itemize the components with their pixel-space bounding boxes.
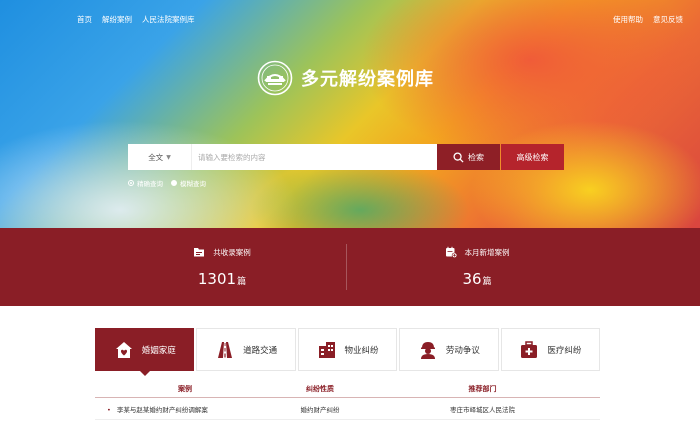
tab-labor-dispute[interactable]: 劳动争议 [399,328,499,371]
case-department: 枣庄市峄城区人民法院 [450,405,515,414]
header-case: 案例 [178,384,192,393]
search-icon [453,151,464,163]
fuzzy-search-option[interactable]: 模糊查询 [171,178,206,188]
worker-icon [420,341,435,359]
stat-monthly-new: 本月新增案例 36篇 [417,246,537,288]
tab-labor-dispute-label: 劳动争议 [445,345,480,356]
nav-cases-link[interactable]: 解纷案例 [102,14,132,25]
nav-home-link[interactable]: 首页 [77,14,92,25]
header-department: 推荐部门 [468,384,497,393]
tab-property-label: 物业纠纷 [344,345,379,356]
search-button[interactable]: 检索 [437,144,500,170]
stat-monthly-value: 36 [462,270,482,288]
advanced-search-button[interactable]: 高级检索 [501,144,564,170]
page: 首页 解纷案例 人民法院案例库 使用帮助 意见反馈 多元解纷案例库 全文 ▼ 请… [0,0,700,434]
calendar-add-icon [445,246,457,258]
chevron-down-icon: ▼ [166,153,171,161]
site-title: 多元解纷案例库 [301,69,434,90]
search-bar: 全文 ▼ 检索 高级检索 [128,144,564,170]
header-dispute-type: 纠纷性质 [306,384,334,393]
exact-search-option[interactable]: 精确查询 [128,178,163,188]
stat-total-cases: 共收录案例 1301篇 [162,246,282,288]
stat-total-label: 共收录案例 [213,247,251,257]
folder-icon [194,248,205,257]
hero-banner: 首页 解纷案例 人民法院案例库 使用帮助 意见反馈 多元解纷案例库 全文 ▼ 请… [0,0,700,228]
top-nav-left: 首页 解纷案例 人民法院案例库 [77,14,195,25]
case-table: 案例 纠纷性质 推荐部门 李某与赵某婚约财产纠纷调解案 婚约财产纠纷 枣庄市峄城… [95,380,600,420]
advanced-search-label: 高级检索 [516,152,549,162]
tab-marriage-family[interactable]: 婚姻家庭 [95,328,195,376]
search-mode-group: 精确查询 模糊查询 [128,178,206,188]
category-tabs: 婚姻家庭 道路交通 物业纠纷 劳动争议 医疗纠纷 [95,328,601,376]
nav-feedback-link[interactable]: 意见反馈 [653,14,683,25]
building-icon [318,341,335,358]
tab-marriage-family-label: 婚姻家庭 [141,345,176,356]
radio-selected-icon [171,180,177,186]
medical-kit-icon [521,340,538,358]
tab-road-traffic-label: 道路交通 [243,345,278,356]
table-row[interactable]: 李某与赵某婚约财产纠纷调解案 婚约财产纠纷 枣庄市峄城区人民法院 [95,398,600,420]
tab-road-traffic[interactable]: 道路交通 [196,328,296,371]
tab-medical-dispute-label: 医疗纠纷 [547,345,582,356]
table-header: 案例 纠纷性质 推荐部门 [95,380,600,398]
search-scope-select[interactable]: 全文 ▼ [128,144,192,170]
tab-property[interactable]: 物业纠纷 [297,328,398,371]
stats-divider [346,244,347,290]
case-title[interactable]: 李某与赵某婚约财产纠纷调解案 [95,404,275,414]
stats-band: 共收录案例 1301篇 本月新增案例 36篇 [0,228,700,306]
nav-court-library-link[interactable]: 人民法院案例库 [142,14,195,25]
radio-icon [128,180,134,186]
search-scope-value: 全文 [148,152,164,162]
top-nav-right: 使用帮助 意见反馈 [613,14,683,25]
search-input[interactable] [192,144,437,170]
search-button-label: 检索 [468,152,484,162]
stat-total-unit: 篇 [237,277,247,287]
active-tab-pointer [138,370,151,376]
stat-monthly-label: 本月新增案例 [464,247,510,257]
case-dispute-type: 婚约财产纠纷 [300,405,340,414]
stat-total-value: 1301 [197,270,237,288]
emblem-icon [257,60,293,96]
site-logo: 多元解纷案例库 [257,60,434,96]
fuzzy-search-label: 模糊查询 [180,180,206,188]
home-heart-icon [115,341,132,358]
stat-monthly-unit: 篇 [482,277,492,287]
tab-medical-dispute[interactable]: 医疗纠纷 [500,328,601,371]
exact-search-label: 精确查询 [137,180,163,188]
nav-help-link[interactable]: 使用帮助 [613,14,643,25]
road-icon [218,341,233,358]
